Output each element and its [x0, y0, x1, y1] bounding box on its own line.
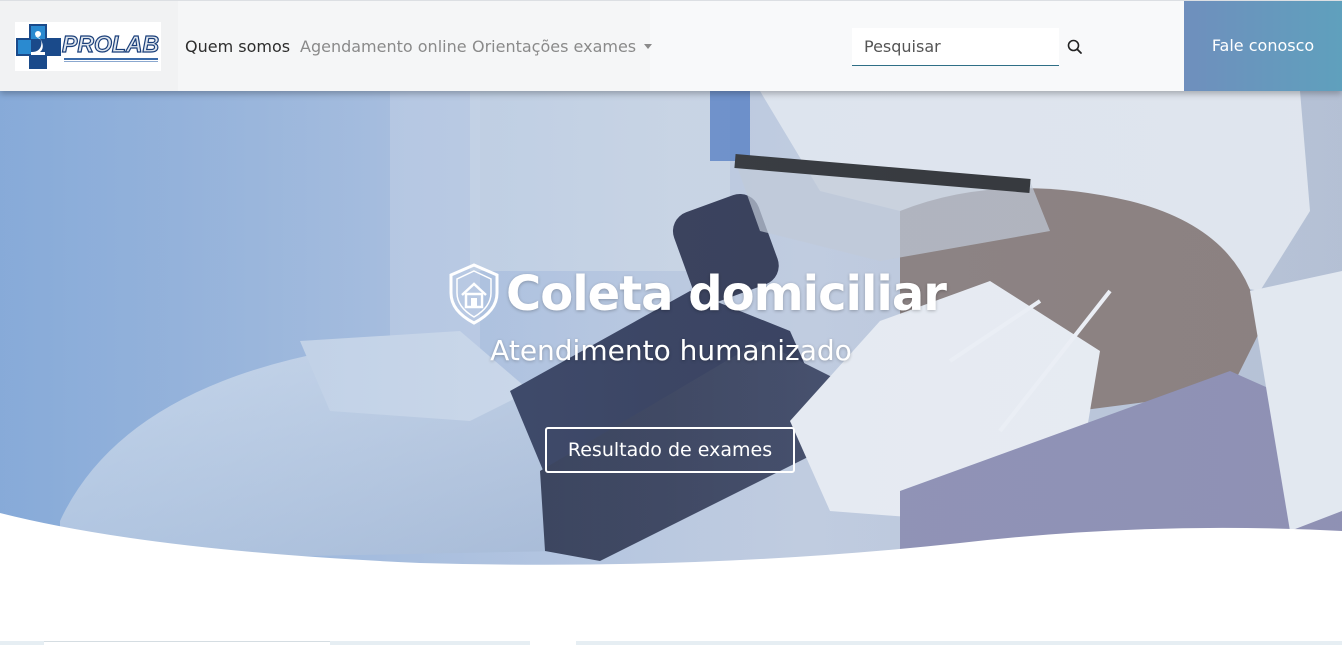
nav-item-orientacoes-exames[interactable]: Orientações exames	[472, 37, 653, 56]
main-nav: Quem somos Agendamento online Orientaçõe…	[178, 1, 653, 91]
brand-logo-link[interactable]: PROLAB	[0, 1, 178, 91]
caret-down-icon	[644, 44, 653, 49]
medical-cross-icon	[16, 24, 61, 69]
brand-name: PROLAB	[61, 30, 160, 57]
shield-home-icon	[449, 263, 499, 325]
section-tab	[44, 641, 330, 645]
nav-item-label: Orientações exames	[472, 37, 637, 56]
hero-title: Coleta domiciliar	[506, 266, 947, 322]
hero-title-row: Coleta domiciliar	[448, 261, 947, 327]
hero-subtitle: Atendimento humanizado	[490, 334, 852, 367]
search-icon[interactable]	[1066, 38, 1084, 56]
nav-item-quem-somos[interactable]: Quem somos	[185, 37, 290, 56]
contact-button[interactable]: Fale conosco	[1184, 1, 1342, 91]
nav-item-agendamento-online[interactable]: Agendamento online	[300, 37, 467, 56]
exam-results-button[interactable]: Resultado de exames	[545, 427, 795, 473]
brand-tagline-bar	[64, 58, 158, 62]
section-tab	[530, 641, 576, 645]
search-input[interactable]	[852, 28, 1059, 66]
brand-logo: PROLAB	[15, 22, 161, 71]
top-navbar: PROLAB Quem somos Agendamento online Ori…	[0, 0, 1342, 91]
hero-banner: Coleta domiciliar Atendimento humanizado…	[0, 91, 1342, 645]
hero-wave-divider	[0, 513, 1342, 645]
